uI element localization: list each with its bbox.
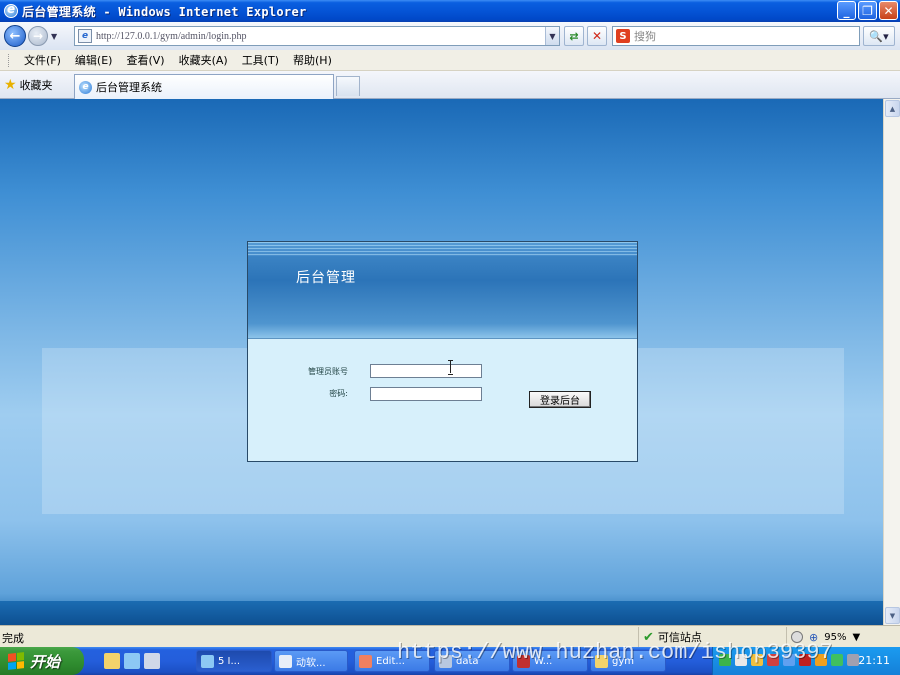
- scroll-up-arrow-icon[interactable]: ▲: [885, 100, 900, 117]
- search-placeholder[interactable]: 搜狗: [634, 28, 656, 44]
- scroll-down-arrow-icon[interactable]: ▼: [885, 607, 900, 624]
- minimize-button[interactable]: _: [837, 1, 856, 20]
- menu-view[interactable]: 查看(V): [119, 52, 171, 68]
- star-icon: ★: [4, 77, 17, 93]
- tab-current[interactable]: e 后台管理系统: [74, 74, 334, 99]
- login-panel: 后台管理 管理员账号 密码: 登录后台: [247, 241, 638, 462]
- favorites-bar: ★ 收藏夹 e 后台管理系统: [0, 71, 900, 99]
- start-label: 开始: [30, 652, 61, 671]
- watermark-text: https://www.huzhan.com/ishop39397: [397, 640, 833, 665]
- taskbar-item-label: 动软...: [296, 657, 326, 669]
- tray-icon[interactable]: [831, 654, 843, 666]
- taskbar-item-ie[interactable]: 5 I...: [196, 650, 272, 672]
- refresh-button[interactable]: ⇄: [564, 26, 584, 46]
- password-label: 密码:: [329, 389, 348, 398]
- text-cursor-icon: [448, 360, 454, 375]
- search-box[interactable]: S 搜狗: [612, 26, 860, 46]
- navigation-bar: ← → ▼ e http://127.0.0.1/gym/admin/login…: [0, 22, 900, 50]
- password-input[interactable]: [370, 387, 482, 401]
- window-titlebar[interactable]: 后台管理系统 - Windows Internet Explorer _ ❐ ✕: [0, 0, 900, 22]
- new-tab-button[interactable]: [336, 76, 360, 96]
- window-title: 后台管理系统 - Windows Internet Explorer: [22, 4, 307, 19]
- username-label: 管理员账号: [308, 367, 348, 376]
- address-bar[interactable]: e http://127.0.0.1/gym/admin/login.php ▼: [74, 26, 560, 46]
- windows-flag-icon: [8, 652, 24, 670]
- toolbar-grip: [8, 53, 11, 67]
- back-button[interactable]: ←: [4, 25, 26, 47]
- forward-button[interactable]: →: [28, 26, 48, 46]
- menu-help[interactable]: 帮助(H): [286, 52, 339, 68]
- login-header: 后台管理: [248, 242, 637, 339]
- page-content: 后台管理 管理员账号 密码: 登录后台: [0, 99, 883, 625]
- taskbar-item-label: 5 I...: [218, 655, 241, 667]
- vertical-scrollbar[interactable]: ▲ ▼: [883, 99, 900, 625]
- favorites-label: 收藏夹: [19, 79, 53, 92]
- stop-button[interactable]: ✕: [587, 26, 607, 46]
- login-submit-button[interactable]: 登录后台: [529, 391, 591, 408]
- menu-file[interactable]: 文件(F): [17, 52, 68, 68]
- tray-icon[interactable]: [847, 654, 859, 666]
- close-button[interactable]: ✕: [879, 1, 898, 20]
- editor-icon: [359, 654, 372, 668]
- tab-title: 后台管理系统: [96, 81, 162, 94]
- menu-favorites[interactable]: 收藏夹(A): [172, 52, 235, 68]
- background-bottom-strip: [0, 601, 883, 625]
- taskbar-item-dongruan[interactable]: 动软...: [274, 650, 348, 672]
- search-button[interactable]: 🔍▾: [863, 26, 895, 46]
- history-dropdown-icon[interactable]: ▼: [51, 32, 57, 41]
- favorites-button[interactable]: ★ 收藏夹: [4, 76, 53, 94]
- search-engine-icon: S: [616, 29, 630, 43]
- status-text: 完成: [2, 632, 24, 645]
- ie-icon: e: [79, 80, 92, 94]
- menu-edit[interactable]: 编辑(E): [68, 52, 120, 68]
- header-stripes: [248, 242, 637, 256]
- folder-icon[interactable]: [104, 653, 120, 669]
- username-input[interactable]: [370, 364, 482, 378]
- ie-icon: [4, 2, 18, 18]
- zoom-dropdown-icon[interactable]: ▼: [852, 632, 860, 643]
- start-button[interactable]: 开始: [0, 647, 84, 675]
- maximize-button[interactable]: ❐: [858, 1, 877, 20]
- address-url[interactable]: http://127.0.0.1/gym/admin/login.php: [96, 31, 247, 42]
- app-icon: [279, 654, 292, 668]
- window-controls: _ ❐ ✕: [837, 1, 898, 20]
- page-icon: e: [78, 29, 92, 43]
- clock[interactable]: 21:11: [858, 654, 890, 667]
- login-title: 后台管理: [296, 270, 356, 286]
- menu-bar: 文件(F) 编辑(E) 查看(V) 收藏夹(A) 工具(T) 帮助(H): [0, 50, 900, 71]
- address-dropdown-icon[interactable]: ▼: [545, 27, 559, 45]
- menu-tools[interactable]: 工具(T): [235, 52, 286, 68]
- ie-icon: [201, 654, 214, 668]
- ie-quicklaunch-icon[interactable]: [124, 653, 140, 669]
- media-icon[interactable]: [144, 653, 160, 669]
